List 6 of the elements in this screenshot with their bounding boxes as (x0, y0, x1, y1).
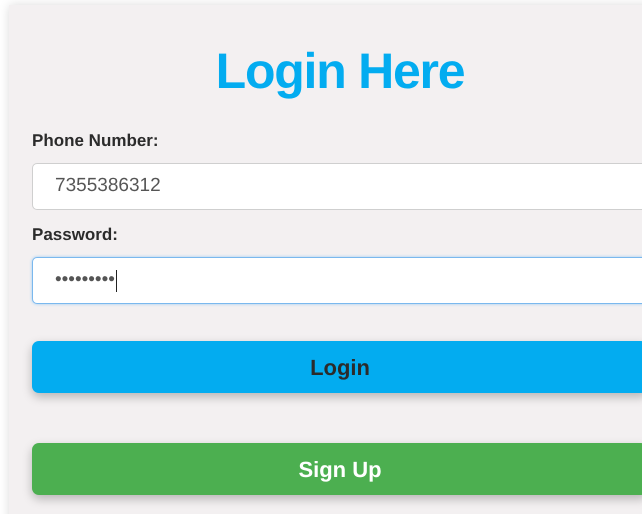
login-title: Login Here (214, 43, 466, 99)
input-field[interactable]: 7355386312 (32, 163, 642, 210)
input-field[interactable]: ••••••••• (32, 257, 642, 304)
field-label: Password: (32, 224, 119, 246)
field-label: Phone Number: (32, 130, 160, 152)
login-button[interactable]: Login (32, 341, 642, 393)
